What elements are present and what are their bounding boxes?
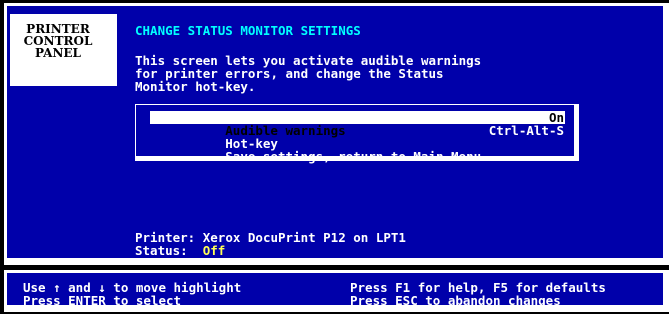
settings-menu-panel: Audible warnings On Hot-key Ctrl-Alt-S S… <box>136 105 574 163</box>
help-panel: Use ↑ and ↓ to move highlight Press ENTE… <box>7 273 663 307</box>
control-panel-label: PRINTER CONTROL PANEL <box>10 23 106 59</box>
printer-name: Xerox DocuPrint P12 on LPT1 <box>202 230 406 245</box>
menu-item-hot-key[interactable]: Hot-key Ctrl-Alt-S <box>150 123 565 150</box>
description-line-3: Monitor hot-key. <box>135 79 256 94</box>
status-value: Off <box>202 243 226 258</box>
help-enter-select: Press ENTER to select <box>23 293 182 308</box>
main-window: PRINTER CONTROL PANEL CHANGE STATUS MONI… <box>4 3 669 265</box>
help-keys: Press F1 for help, F5 for defaults Press… <box>350 281 606 307</box>
control-panel-line-3: PANEL <box>34 46 81 60</box>
printer-status: Status: Off <box>135 244 225 257</box>
settings-menu: Audible warnings On Hot-key Ctrl-Alt-S S… <box>135 104 579 163</box>
main-panel: PRINTER CONTROL PANEL CHANGE STATUS MONI… <box>7 6 663 258</box>
menu-item-save-settings[interactable]: Save settings, return to Main Menu <box>150 137 565 163</box>
hot-key-value: Ctrl-Alt-S <box>488 123 564 138</box>
status-label: Status: <box>135 243 188 258</box>
menu-item-label: Save settings, return to Main Menu <box>225 149 482 164</box>
screen-description: This screen lets you activate audible wa… <box>135 54 481 93</box>
help-bar: Use ↑ and ↓ to move highlight Press ENTE… <box>4 270 669 312</box>
help-navigation: Use ↑ and ↓ to move highlight Press ENTE… <box>23 281 241 307</box>
screen-title: CHANGE STATUS MONITOR SETTINGS <box>135 23 361 38</box>
control-panel-logo: PRINTER CONTROL PANEL <box>10 14 117 86</box>
help-esc: Press ESC to abandon changes <box>350 293 561 308</box>
